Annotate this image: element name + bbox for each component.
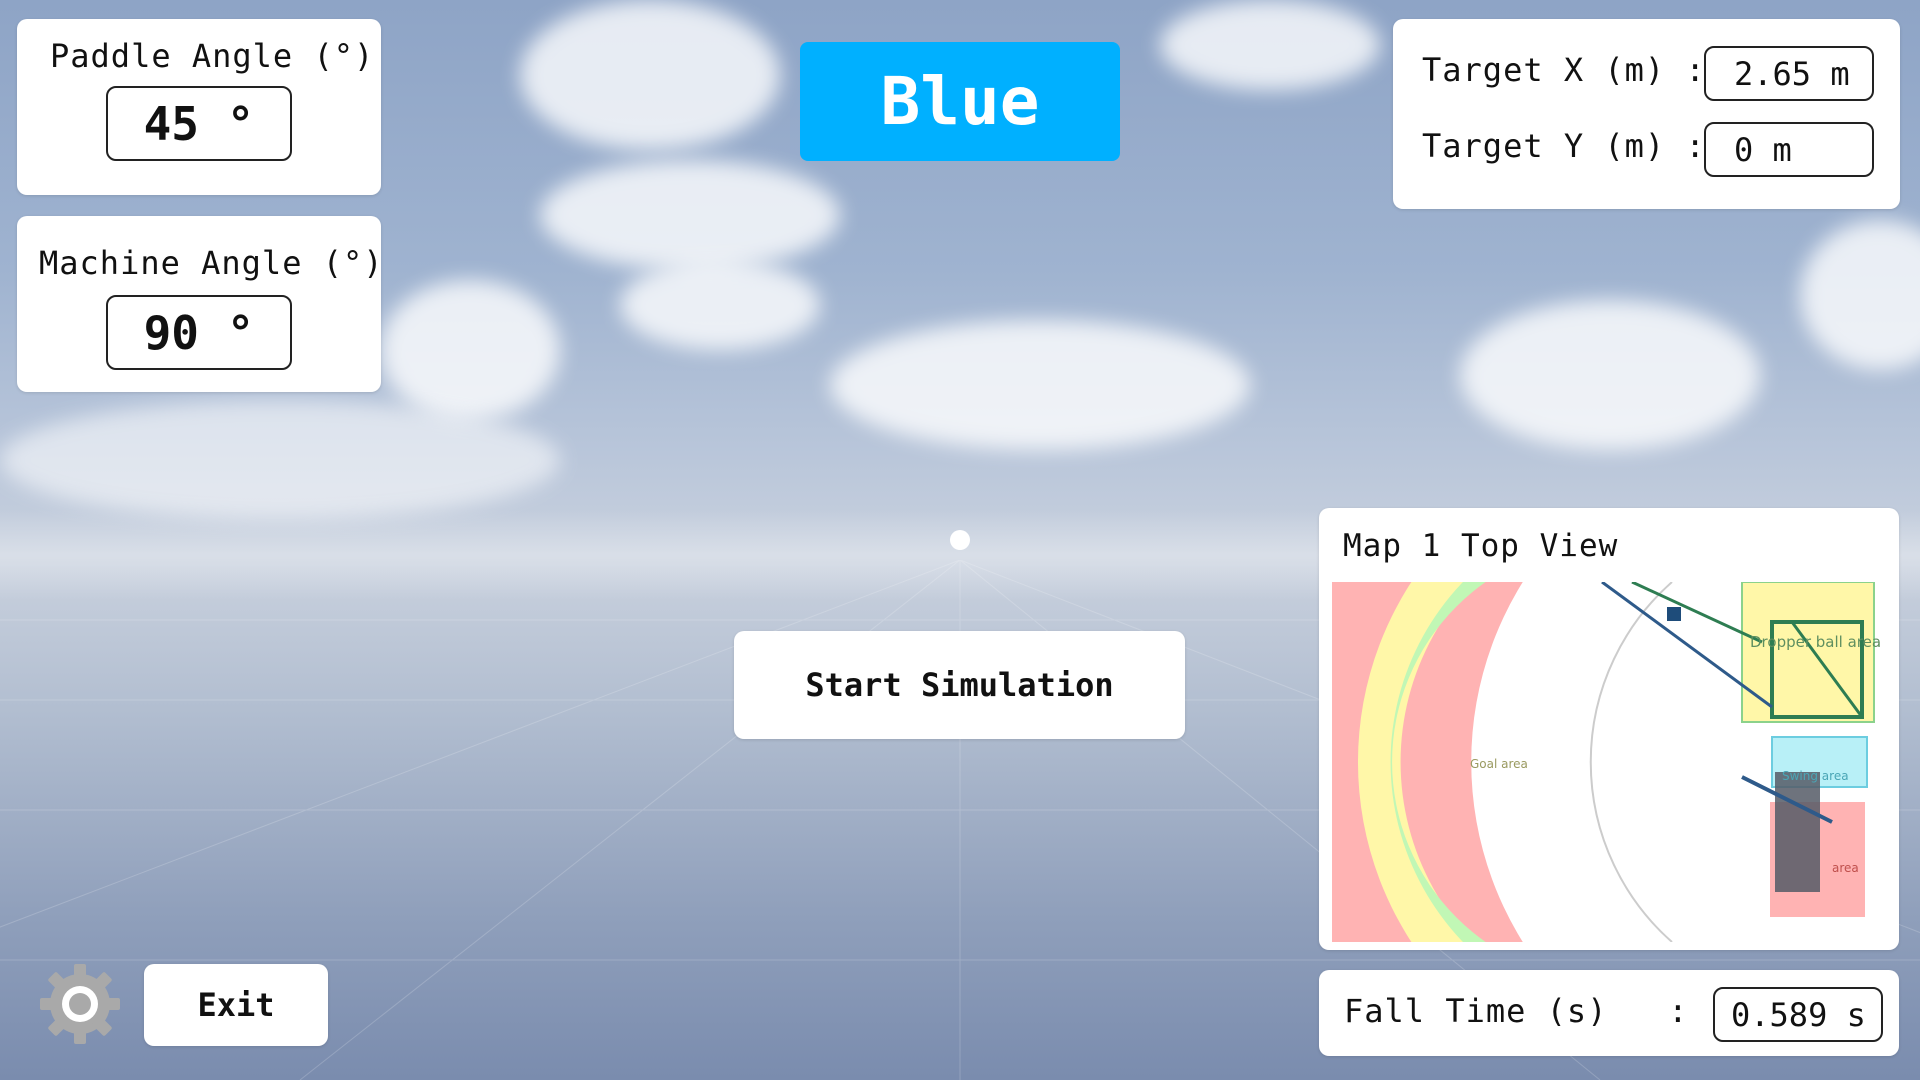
map-goal-label: Goal area — [1470, 757, 1528, 771]
machine-angle-label: Machine Angle (°) — [39, 244, 384, 282]
paddle-angle-input[interactable]: 45 ° — [106, 86, 292, 161]
target-x-input[interactable]: 2.65 m — [1704, 46, 1874, 101]
start-simulation-button[interactable]: Start Simulation — [734, 631, 1185, 739]
fall-time-label: Fall Time (s) : — [1344, 992, 1689, 1030]
map-title: Map 1 Top View — [1343, 528, 1619, 564]
paddle-angle-panel: Paddle Angle (°) 45 ° — [17, 19, 381, 195]
ball-marker — [950, 530, 970, 550]
machine-angle-panel: Machine Angle (°) 90 ° — [17, 216, 384, 392]
team-label: Blue — [800, 42, 1120, 161]
map-swing-label: Swing area — [1782, 769, 1849, 783]
target-y-input[interactable]: 0 m — [1704, 122, 1874, 177]
target-panel: Target X (m) : 2.65 m Target Y (m) : 0 m — [1393, 19, 1900, 209]
map-red-label: area — [1832, 861, 1859, 875]
gear-icon[interactable] — [36, 960, 124, 1048]
map-panel: Map 1 Top View Goal area Dropper ball ar… — [1319, 508, 1899, 950]
paddle-angle-label: Paddle Angle (°) — [50, 37, 375, 75]
fall-time-panel: Fall Time (s) : 0.589 s — [1319, 970, 1899, 1056]
target-x-label: Target X (m) : — [1422, 51, 1706, 89]
map-top-view-image: Goal area Dropper ball area Swing area a… — [1332, 582, 1884, 942]
machine-angle-input[interactable]: 90 ° — [106, 295, 292, 370]
target-y-label: Target Y (m) : — [1422, 127, 1706, 165]
fall-time-value: 0.589 s — [1713, 987, 1883, 1042]
map-dropper-label: Dropper ball area — [1750, 633, 1881, 651]
exit-button[interactable]: Exit — [144, 964, 328, 1046]
